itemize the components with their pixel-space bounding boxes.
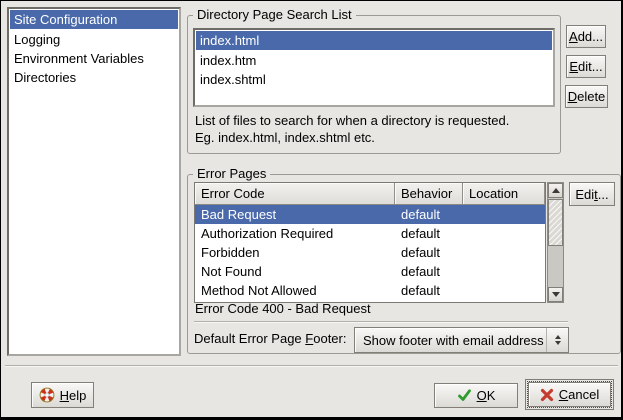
column-header-behavior[interactable]: Behavior xyxy=(395,183,463,205)
x-icon xyxy=(540,388,554,402)
table-row[interactable]: Authorization Required default xyxy=(195,224,545,243)
sidebar-item-logging[interactable]: Logging xyxy=(9,30,179,49)
scroll-down-icon xyxy=(552,292,560,297)
error-code-status: Error Code 400 - Bad Request xyxy=(195,301,371,316)
scroll-down-button[interactable] xyxy=(548,287,563,302)
search-list-description-line1: List of files to search for when a direc… xyxy=(195,113,509,128)
table-scrollbar[interactable] xyxy=(547,182,564,303)
search-list-description-line2: Eg. index.html, index.shtml etc. xyxy=(195,130,375,145)
delete-button[interactable]: Delete xyxy=(565,85,608,108)
scroll-up-icon xyxy=(552,188,560,193)
default-error-footer-dropdown[interactable]: Show footer with email address xyxy=(354,327,569,353)
column-header-error-code[interactable]: Error Code xyxy=(195,183,395,205)
list-item-index-htm[interactable]: index.htm xyxy=(195,51,553,70)
list-item-index-html[interactable]: index.html xyxy=(196,31,552,50)
sidebar-item-environment-variables[interactable]: Environment Variables xyxy=(9,49,179,68)
scrollbar-thumb[interactable] xyxy=(548,199,563,246)
error-pages-title: Error Pages xyxy=(193,166,270,182)
table-row[interactable]: Method Not Allowed default xyxy=(195,281,545,300)
check-icon xyxy=(457,388,472,403)
table-header-row: Error Code Behavior Location xyxy=(195,183,545,205)
error-pages-table: Error Code Behavior Location Bad Request… xyxy=(194,182,546,303)
cancel-button-focus-ring: Cancel xyxy=(525,379,614,410)
directory-page-search-frame: Directory Page Search List index.html in… xyxy=(187,15,561,154)
dropdown-selected-value: Show footer with email address xyxy=(355,333,546,348)
list-item-index-shtml[interactable]: index.shtml xyxy=(195,70,553,89)
httpd-configuration-dialog: Site Configuration Logging Environment V… xyxy=(0,0,623,420)
edit-file-button[interactable]: Edit... xyxy=(566,55,606,78)
ok-button[interactable]: OK xyxy=(434,383,518,408)
scroll-up-button[interactable] xyxy=(548,183,563,198)
footer-separator xyxy=(194,321,568,323)
dropdown-arrows-icon xyxy=(546,328,568,352)
column-header-location[interactable]: Location xyxy=(463,183,545,205)
table-row[interactable]: Bad Request default xyxy=(195,205,545,224)
help-button[interactable]: Help xyxy=(31,382,94,408)
table-row[interactable]: Not Found default xyxy=(195,262,545,281)
lifebuoy-icon xyxy=(39,387,55,403)
directory-page-search-title: Directory Page Search List xyxy=(193,7,356,23)
action-bar-separator xyxy=(5,365,618,367)
table-row[interactable]: Forbidden default xyxy=(195,243,545,262)
sidebar-item-site-configuration[interactable]: Site Configuration xyxy=(10,10,178,29)
add-button[interactable]: Add... xyxy=(566,25,606,48)
search-file-list: index.html index.htm index.shtml xyxy=(193,28,555,107)
default-error-footer-label: Default Error Page Footer: xyxy=(194,331,346,346)
error-pages-frame: Error Pages Error Code Behavior Location… xyxy=(187,174,621,354)
cancel-button[interactable]: Cancel xyxy=(528,382,611,407)
edit-error-page-button[interactable]: Edit... xyxy=(569,182,615,206)
sidebar-item-directories[interactable]: Directories xyxy=(9,68,179,87)
category-list: Site Configuration Logging Environment V… xyxy=(7,7,181,356)
